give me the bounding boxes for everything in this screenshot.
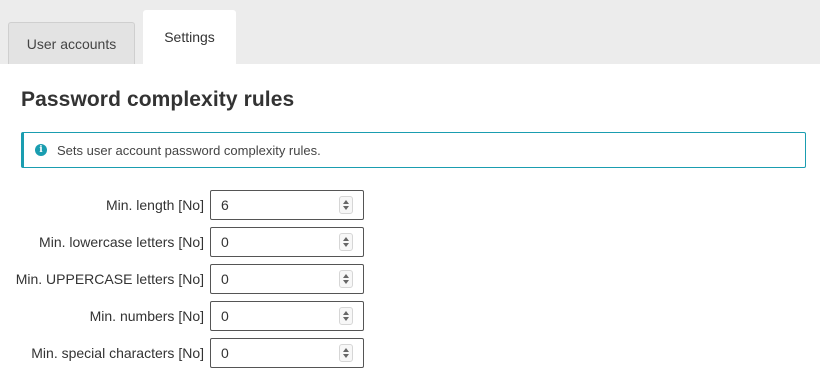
chevron-up-icon[interactable] [343,348,349,352]
form-row-min-uppercase: Min. UPPERCASE letters [No] 0 [0,264,370,294]
tab-user-accounts[interactable]: User accounts [8,22,135,64]
chevron-down-icon[interactable] [343,280,349,284]
chevron-down-icon[interactable] [343,243,349,247]
min-uppercase-input[interactable]: 0 [210,264,364,294]
min-numbers-label: Min. numbers [No] [89,308,204,324]
form-row-min-numbers: Min. numbers [No] 0 [0,301,370,331]
min-uppercase-label: Min. UPPERCASE letters [No] [15,271,204,287]
chevron-down-icon[interactable] [343,317,349,321]
min-lowercase-value[interactable]: 0 [221,228,229,256]
info-message: i Sets user account password complexity … [21,132,806,168]
spinner-icon[interactable] [339,344,353,362]
info-message-text: Sets user account password complexity ru… [57,142,321,158]
min-special-label: Min. special characters [No] [31,345,204,361]
min-special-input[interactable]: 0 [210,338,364,368]
spinner-icon[interactable] [339,270,353,288]
min-uppercase-value[interactable]: 0 [221,265,229,293]
form-row-min-lowercase: Min. lowercase letters [No] 0 [0,227,370,257]
chevron-up-icon[interactable] [343,274,349,278]
form-row-min-special: Min. special characters [No] 0 [0,338,370,368]
spinner-icon[interactable] [339,233,353,251]
chevron-down-icon[interactable] [343,206,349,210]
min-length-label: Min. length [No] [105,197,204,213]
min-numbers-input[interactable]: 0 [210,301,364,331]
tab-label: Settings [164,28,215,45]
tab-settings[interactable]: Settings [143,10,236,65]
min-lowercase-input[interactable]: 0 [210,227,364,257]
min-special-value[interactable]: 0 [221,339,229,367]
min-numbers-value[interactable]: 0 [221,302,229,330]
page-title: Password complexity rules [21,88,295,111]
chevron-up-icon[interactable] [343,200,349,204]
chevron-down-icon[interactable] [343,354,349,358]
spinner-icon[interactable] [339,196,353,214]
chevron-up-icon[interactable] [343,311,349,315]
tab-bar: User accounts Settings [0,0,820,65]
spinner-icon[interactable] [339,307,353,325]
min-length-value[interactable]: 6 [221,191,229,219]
info-icon: i [35,144,47,156]
min-lowercase-label: Min. lowercase letters [No] [39,234,204,250]
chevron-up-icon[interactable] [343,237,349,241]
form-row-min-length: Min. length [No] 6 [0,190,370,220]
min-length-input[interactable]: 6 [210,190,364,220]
tab-label: User accounts [26,35,117,52]
